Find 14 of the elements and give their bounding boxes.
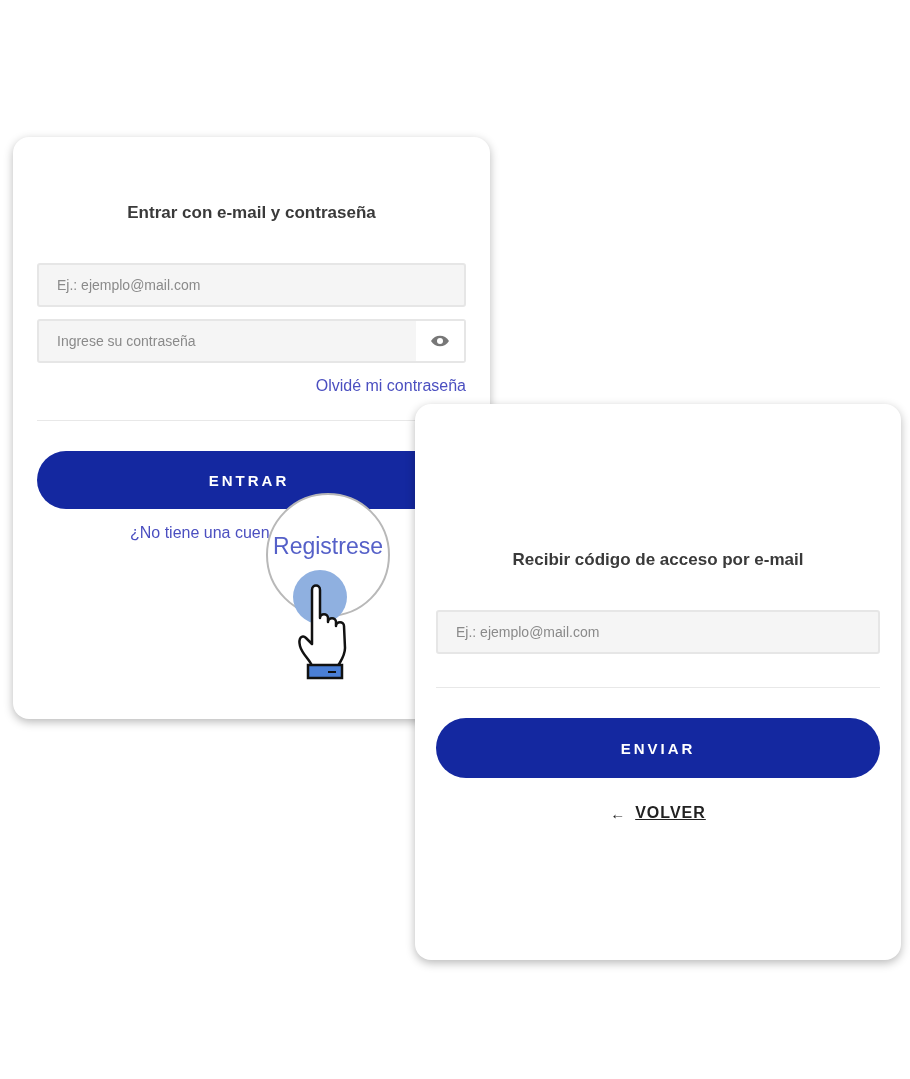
email-field[interactable]: Ej.: ejemplo@mail.com (436, 610, 880, 654)
eye-icon[interactable] (430, 334, 450, 348)
password-field[interactable]: Ingrese su contraseña (37, 319, 466, 363)
card-title: Entrar con e-mail y contraseña (126, 203, 377, 223)
back-link[interactable]: VOLVER (635, 804, 706, 822)
register-link[interactable]: Registrese (273, 533, 383, 561)
show-password-button[interactable] (416, 321, 464, 361)
back-arrow-icon[interactable]: ← (610, 804, 626, 822)
forgot-password-link[interactable]: Olvidé mi contraseña (315, 377, 466, 395)
email-field[interactable]: Ej.: ejemplo@mail.com (37, 263, 466, 307)
enter-button[interactable]: ENTRAR (37, 451, 415, 509)
signup-prompt[interactable]: ¿No tiene una cuen (130, 524, 270, 542)
send-button[interactable]: ENVIAR (436, 718, 880, 778)
card-title: Recibir código de acceso por e-mail (511, 550, 805, 570)
